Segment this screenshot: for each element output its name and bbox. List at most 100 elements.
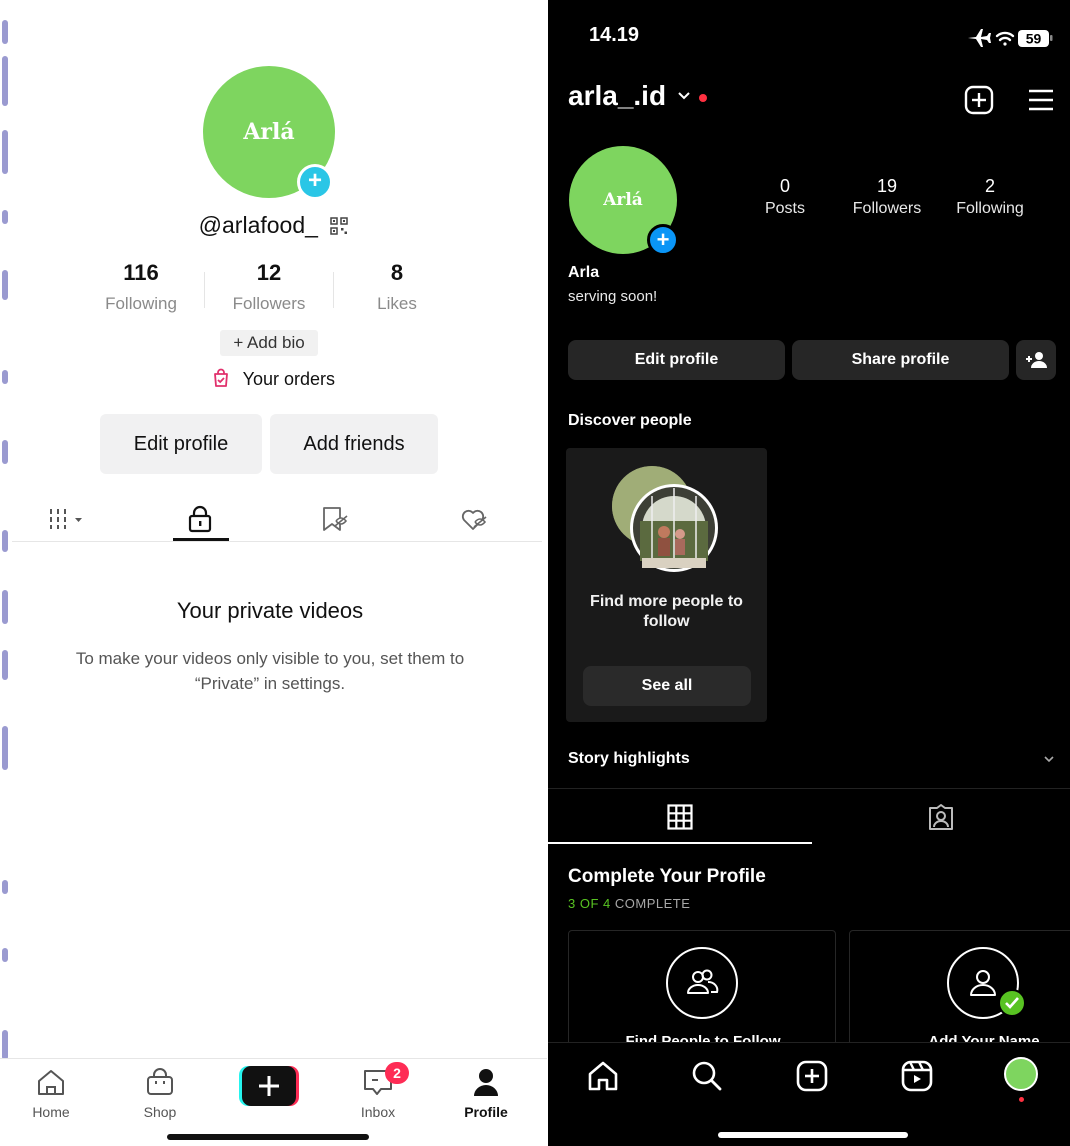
stat-following[interactable]: 2 Following (942, 176, 1038, 218)
stat-label: Followers (232, 294, 306, 313)
progress-count: 3 OF 4 (568, 896, 611, 911)
tagged-person-icon (929, 804, 953, 830)
avatar-logo-text: Arlá (243, 119, 295, 145)
videos-grid-icon (50, 509, 82, 529)
stat-likes[interactable]: 8 Likes (332, 260, 462, 314)
stat-following[interactable]: 116 Following (76, 260, 206, 314)
stat-label: Following (105, 294, 177, 313)
story-highlights-title[interactable]: Story highlights (568, 750, 690, 768)
progress-suffix: COMPLETE (610, 896, 691, 911)
stat-value: 0 (779, 176, 790, 196)
add-avatar-button[interactable]: + (297, 164, 333, 200)
nav-shop[interactable]: Shop (120, 1067, 200, 1120)
profile-avatar-tab[interactable] (1004, 1057, 1038, 1091)
stat-followers[interactable]: 19 Followers (839, 176, 935, 218)
discover-people-title: Discover people (568, 412, 692, 429)
nav-home-label: Home (32, 1104, 70, 1120)
empty-state-description: To make your videos only visible to you,… (75, 649, 465, 693)
tab-posts-grid[interactable] (548, 789, 812, 845)
content-tabs (12, 496, 542, 542)
inbox-notification-badge: 2 (385, 1062, 409, 1084)
stat-value: 12 (256, 260, 282, 285)
qr-code-icon[interactable] (330, 217, 349, 235)
edit-profile-button[interactable]: Edit profile (568, 340, 785, 380)
stat-label: Following (956, 200, 1024, 217)
share-profile-button[interactable]: Share profile (792, 340, 1009, 380)
username: @arlafood_ (0, 212, 547, 239)
lock-icon (188, 505, 212, 533)
discover-people-button[interactable] (1016, 340, 1056, 380)
profile-bio: serving soon! (568, 288, 658, 305)
instagram-profile-screen: 14.19 59 arla_.id Arlá + 0 Posts 19 Foll… (548, 0, 1070, 1146)
active-tab-indicator (173, 538, 229, 541)
edge-decoration (0, 0, 12, 1146)
status-bar-icons: 59 (968, 29, 1053, 47)
stat-posts[interactable]: 0 Posts (737, 176, 833, 218)
complete-profile-title: Complete Your Profile (568, 866, 766, 887)
wifi-icon (995, 31, 1015, 46)
stat-value: 2 (984, 176, 995, 196)
checkmark-icon (998, 989, 1026, 1017)
shop-bag-icon (147, 1068, 173, 1095)
edit-profile-button[interactable]: Edit profile (100, 414, 262, 474)
nav-profile[interactable]: Profile (446, 1067, 526, 1120)
discover-card: Find more people to follow See all (566, 448, 767, 722)
reels-icon[interactable] (900, 1059, 934, 1093)
tab-videos[interactable] (34, 496, 104, 542)
grid-icon (667, 804, 693, 830)
content-tabs (548, 788, 1070, 844)
find-people-circle (666, 947, 738, 1019)
stat-value: 8 (390, 260, 404, 285)
notification-dot (1019, 1097, 1024, 1102)
search-icon[interactable] (690, 1059, 724, 1093)
stat-value: 19 (876, 176, 898, 196)
stat-followers[interactable]: 12 Followers (204, 260, 334, 314)
home-icon (38, 1070, 64, 1095)
chevron-down-icon[interactable] (676, 88, 692, 104)
add-story-button[interactable]: + (647, 224, 679, 256)
avatar-logo-text: Arlá (603, 190, 643, 210)
active-tab-indicator (548, 842, 812, 844)
stat-label: Likes (377, 294, 417, 313)
tab-liked[interactable] (446, 496, 502, 542)
home-icon[interactable] (586, 1059, 620, 1093)
nav-home[interactable]: Home (11, 1067, 91, 1120)
stat-value: 116 (123, 260, 159, 285)
nav-inbox-label: Inbox (360, 1104, 396, 1120)
empty-state-title: Your private videos (176, 598, 364, 623)
discover-card-text: Find more people to follow (590, 593, 743, 630)
account-handle[interactable]: arla_.id (568, 80, 666, 112)
people-icon (687, 969, 719, 994)
add-friends-button[interactable]: Add friends (270, 414, 438, 474)
chevron-down-icon[interactable] (1042, 752, 1056, 766)
profile-name: Arla (568, 264, 600, 281)
your-orders-label: Your orders (242, 369, 336, 389)
tab-saved[interactable] (307, 496, 363, 542)
tab-private[interactable] (172, 496, 228, 542)
bookmark-icon (323, 507, 348, 531)
heart-icon (461, 509, 487, 530)
create-icon[interactable] (963, 84, 995, 116)
see-all-button[interactable]: See all (583, 666, 751, 706)
add-person-icon (1026, 352, 1047, 368)
battery-level: 59 (1026, 31, 1042, 47)
home-indicator (718, 1132, 908, 1138)
bottom-nav (548, 1042, 1070, 1146)
add-bio-button[interactable]: + Add bio (220, 330, 318, 356)
tab-tagged[interactable] (812, 789, 1070, 845)
status-time: 14.19 (589, 24, 640, 46)
create-post-button[interactable] (239, 1066, 299, 1106)
menu-icon[interactable] (1027, 86, 1055, 114)
username-text: @arlafood_ (198, 212, 318, 238)
tiktok-profile-screen: Arlá + @arlafood_ 116 Following 12 Follo… (0, 0, 547, 1146)
notification-dot (699, 94, 707, 102)
shopping-bag-icon (214, 368, 228, 387)
nav-profile-label: Profile (464, 1104, 508, 1120)
suggested-people-photo (612, 466, 718, 572)
stat-label: Posts (764, 200, 805, 217)
complete-profile-progress: 3 OF 4 COMPLETE (568, 896, 690, 911)
home-indicator (167, 1134, 369, 1140)
profile-person-icon (474, 1069, 498, 1096)
your-orders-link[interactable]: Your orders (0, 368, 547, 390)
create-icon[interactable] (795, 1059, 829, 1093)
